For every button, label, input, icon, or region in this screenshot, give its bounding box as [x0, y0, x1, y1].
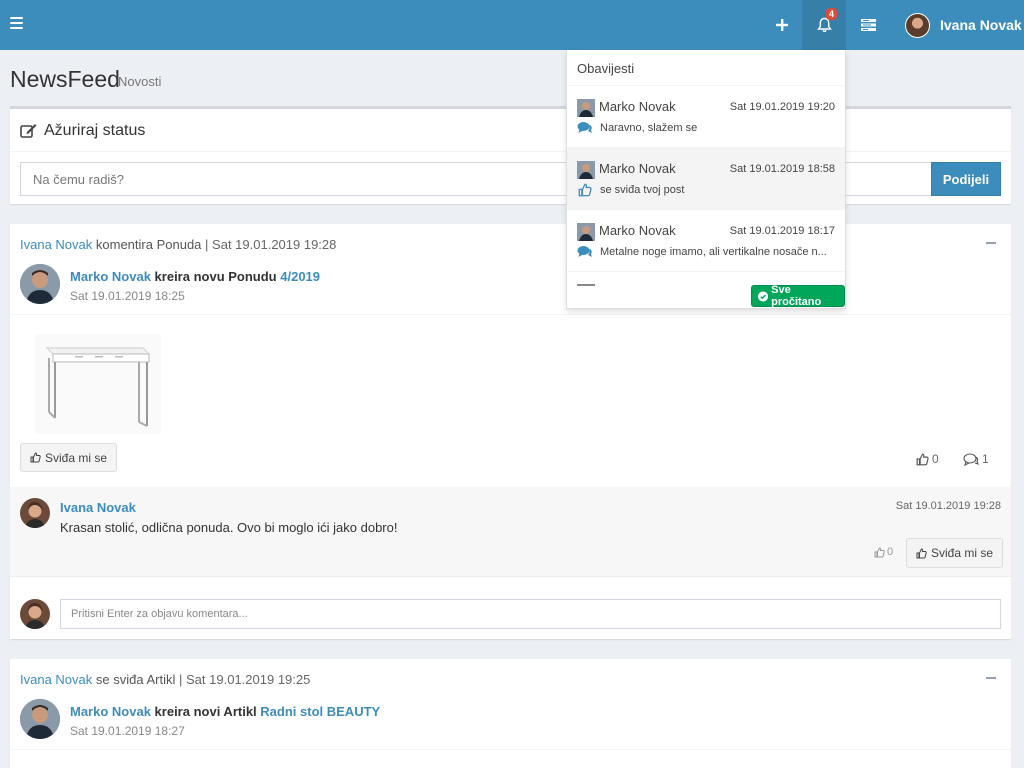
- share-button[interactable]: Podijeli: [931, 162, 1001, 196]
- newsfeed-post: Ivana Novak komentira Ponuda | Sat 19.01…: [10, 224, 1011, 639]
- author-date: Sat 19.01.2019 18:25: [70, 289, 185, 303]
- notification-avatar: [577, 161, 595, 179]
- collapse-button[interactable]: [986, 677, 996, 679]
- post-date: Sat 19.01.2019 19:28: [212, 237, 337, 252]
- notification-item[interactable]: Marko Novak Sat 19.01.2019 19:20 Naravno…: [567, 86, 845, 148]
- commenter-name[interactable]: Ivana Novak: [60, 500, 136, 515]
- newsfeed-post: Ivana Novak se sviđa Artikl | Sat 19.01.…: [10, 659, 1011, 768]
- notification-sender: Marko Novak: [599, 223, 676, 238]
- check-circle-icon: [758, 290, 769, 302]
- notification-text: se sviđa tvoj post: [600, 184, 685, 196]
- like-button[interactable]: Sviđa mi se: [20, 443, 118, 472]
- top-navbar: 4 Ivana Novak: [0, 0, 1024, 50]
- post-action: komentira Ponuda: [95, 237, 202, 252]
- actor-link[interactable]: Ivana Novak: [20, 672, 92, 687]
- author-link[interactable]: Marko Novak: [70, 704, 151, 719]
- notification-item-partial: [577, 284, 595, 286]
- user-avatar[interactable]: [905, 13, 930, 38]
- divider: [10, 314, 1011, 315]
- author-action: kreira novi Artikl: [154, 704, 257, 719]
- notification-sender: Marko Novak: [599, 99, 676, 114]
- notifications-dropdown: Obavijesti Marko Novak Sat 19.01.2019 19…: [566, 50, 846, 309]
- like-count[interactable]: 0: [916, 452, 939, 466]
- comment-text: Krasan stolić, odlična ponuda. Ovo bi mo…: [60, 520, 398, 535]
- comment-like-label: Sviđa mi se: [931, 546, 994, 560]
- current-user-avatar: [20, 599, 50, 629]
- divider: [10, 749, 1011, 750]
- notifications-header: Obavijesti: [567, 50, 845, 86]
- notification-count-badge: 4: [826, 8, 838, 20]
- thumbs-up-icon: [30, 452, 41, 463]
- comment-count-value: 1: [982, 452, 989, 466]
- thumbs-up-icon: [578, 183, 592, 197]
- notification-date: Sat 19.01.2019 18:17: [729, 225, 835, 237]
- post-header: Ivana Novak se sviđa Artikl | Sat 19.01.…: [20, 672, 310, 687]
- thumbs-up-icon: [916, 547, 927, 558]
- like-button-label: Sviđa mi se: [45, 450, 108, 465]
- notifications-button[interactable]: 4: [802, 0, 846, 50]
- comment-input[interactable]: [60, 599, 1001, 629]
- status-update-box: Ažuriraj status Podijeli: [10, 106, 1011, 204]
- menu-icon[interactable]: [10, 17, 23, 29]
- thumbs-up-icon: [916, 453, 929, 465]
- comments-section: Ivana Novak Sat 19.01.2019 19:28 Krasan …: [10, 487, 1011, 577]
- edit-icon: [20, 124, 37, 138]
- tasks-icon: [860, 19, 876, 31]
- post-header: Ivana Novak komentira Ponuda | Sat 19.01…: [20, 237, 336, 252]
- separator: |: [205, 237, 209, 252]
- commenter-avatar: [20, 498, 50, 528]
- user-menu-name[interactable]: Ivana Novak: [940, 17, 1022, 33]
- comments-icon: [963, 452, 979, 466]
- notification-item[interactable]: Marko Novak Sat 19.01.2019 18:17 Metalne…: [567, 210, 845, 272]
- comment-icon: [577, 246, 592, 257]
- object-link[interactable]: Radni stol BEAUTY: [260, 704, 380, 719]
- post-action: se sviđa Artikl: [95, 672, 176, 687]
- notification-item[interactable]: Marko Novak Sat 19.01.2019 18:58 se sviđ…: [567, 148, 845, 210]
- author-link[interactable]: Marko Novak: [70, 269, 151, 284]
- page-title: NewsFeed: [10, 66, 120, 92]
- add-button[interactable]: [760, 0, 804, 50]
- status-title-text: Ažuriraj status: [44, 122, 146, 139]
- comment-like-value: 0: [887, 546, 894, 558]
- author-avatar: [20, 699, 60, 739]
- comment-count[interactable]: 1: [963, 452, 989, 466]
- author-action: kreira novu Ponudu: [154, 269, 277, 284]
- mark-all-read-label: Sve pročitano: [771, 284, 822, 308]
- thumbs-up-icon: [874, 546, 885, 557]
- notification-avatar: [577, 99, 595, 117]
- author-avatar: [20, 264, 60, 304]
- divider: [10, 151, 1011, 152]
- comment-icon: [577, 122, 592, 133]
- post-date: Sat 19.01.2019 19:25: [186, 672, 311, 687]
- notification-text: Metalne noge imamo, ali vertikalne nosač…: [600, 246, 827, 258]
- tasks-button[interactable]: [846, 0, 890, 50]
- plus-icon: [776, 19, 788, 31]
- author-date: Sat 19.01.2019 18:27: [70, 724, 185, 738]
- collapse-button[interactable]: [986, 242, 996, 244]
- product-image[interactable]: [35, 334, 161, 434]
- notification-date: Sat 19.01.2019 19:20: [729, 101, 835, 113]
- actor-link[interactable]: Ivana Novak: [20, 237, 92, 252]
- author-line: Marko Novak kreira novu Ponudu 4/2019: [70, 269, 320, 284]
- author-line: Marko Novak kreira novi Artikl Radni sto…: [70, 704, 380, 719]
- notification-text: Naravno, slažem se: [600, 122, 698, 134]
- mark-all-read-button[interactable]: Sve pročitano: [751, 284, 845, 308]
- comment-like-count: 0: [874, 546, 893, 558]
- like-count-value: 0: [932, 452, 939, 466]
- notification-sender: Marko Novak: [599, 161, 676, 176]
- comment-like-button[interactable]: Sviđa mi se: [906, 538, 1004, 568]
- status-title: Ažuriraj status: [20, 122, 145, 140]
- notification-date: Sat 19.01.2019 18:58: [729, 163, 835, 175]
- page-subtitle: Novosti: [118, 74, 162, 89]
- notification-avatar: [577, 223, 595, 241]
- object-link[interactable]: 4/2019: [280, 269, 320, 284]
- comment-date: Sat 19.01.2019 19:28: [895, 500, 1001, 512]
- separator: |: [179, 672, 183, 687]
